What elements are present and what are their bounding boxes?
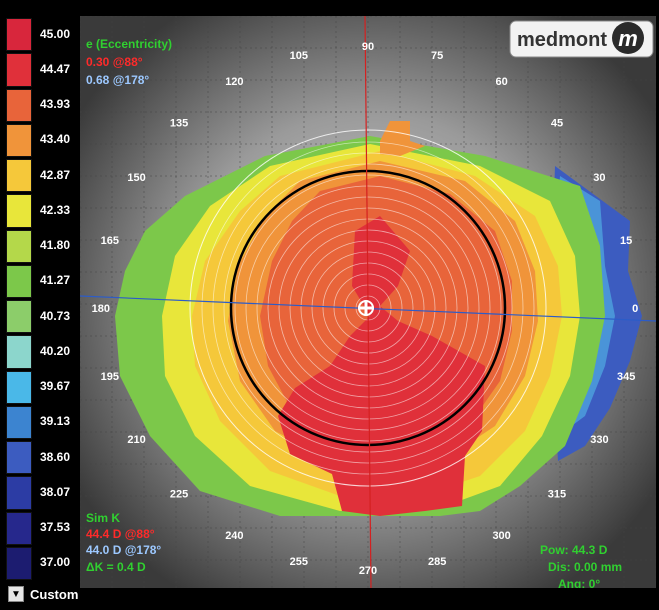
cursor-distance: Dis: 0.00 mm <box>548 560 622 574</box>
color-scale-legend: 45.00 44.47 43.93 43.40 42.87 42.33 41.80 41.27… <box>3 17 78 581</box>
legend-value: 44.47 <box>40 61 71 76</box>
simk-steep: 44.4 D @88° <box>86 527 155 541</box>
legend-swatch <box>6 123 32 157</box>
angle-label: 345 <box>617 371 635 383</box>
angle-label: 285 <box>428 556 446 568</box>
legend-swatch <box>6 546 32 580</box>
angle-label: 270 <box>359 565 377 577</box>
legend-swatch <box>6 511 32 545</box>
chevron-down-icon: ▼ <box>8 586 24 602</box>
eccentricity-flat: 0.68 @178° <box>86 73 149 87</box>
angle-label: 45 <box>551 118 563 130</box>
simk-flat: 44.0 D @178° <box>86 543 161 557</box>
custom-scale-dropdown[interactable]: ▼ Custom <box>8 586 78 602</box>
angle-label: 15 <box>620 235 632 247</box>
legend-value: 42.87 <box>40 167 71 182</box>
angle-label: 315 <box>548 488 566 500</box>
angle-label: 30 <box>593 172 605 184</box>
angle-label: 0 <box>632 303 638 315</box>
legend-swatch <box>6 18 32 52</box>
medmont-logo: medmont m <box>509 20 654 58</box>
legend-value: 41.27 <box>40 273 71 288</box>
angle-label: 195 <box>101 371 119 383</box>
angle-label: 105 <box>290 50 308 62</box>
angle-label: 210 <box>127 434 145 446</box>
legend-value: 38.07 <box>40 484 71 499</box>
cursor-power: Pow: 44.3 D <box>540 543 608 557</box>
eccentricity-title: e (Eccentricity) <box>86 37 172 51</box>
angle-label: 255 <box>290 556 308 568</box>
angle-label: 120 <box>225 76 243 88</box>
angle-label: 225 <box>170 488 188 500</box>
legend-swatch <box>6 229 32 263</box>
cursor-angle: Ang: 0° <box>558 577 600 588</box>
legend-swatch <box>6 405 32 439</box>
angle-label: 240 <box>225 530 243 542</box>
legend-value: 45.00 <box>40 26 71 41</box>
angle-label: 135 <box>170 118 188 130</box>
legend-value: 39.67 <box>40 379 71 394</box>
legend-swatch <box>6 53 32 87</box>
legend-value: 40.73 <box>40 308 71 323</box>
simk-title: Sim K <box>86 511 120 525</box>
logo-mark: m <box>618 26 638 51</box>
angle-label: 165 <box>101 235 119 247</box>
logo-text: medmont <box>517 29 607 51</box>
angle-label: 90 <box>362 41 374 53</box>
legend-value: 37.53 <box>40 520 71 535</box>
angle-label: 150 <box>127 172 145 184</box>
angle-label: 180 <box>92 303 110 315</box>
legend-value: 41.80 <box>40 238 71 253</box>
legend-value: 38.60 <box>40 449 71 464</box>
legend-swatch <box>6 300 32 334</box>
legend-value: 43.93 <box>40 97 71 112</box>
legend-value: 39.13 <box>40 414 71 429</box>
legend-value: 42.33 <box>40 202 71 217</box>
dropdown-label: Custom <box>30 586 79 602</box>
legend-swatch <box>6 441 32 475</box>
legend-value: 43.40 <box>40 132 71 147</box>
angle-label: 75 <box>431 50 443 62</box>
angle-label: 330 <box>590 434 608 446</box>
legend-value: 37.00 <box>40 555 71 570</box>
center-crosshair <box>358 300 374 316</box>
legend-value: 40.20 <box>40 343 71 358</box>
legend-swatch <box>6 159 32 193</box>
angle-label: 60 <box>495 76 507 88</box>
topography-map: 0 15 30 45 60 75 90 105 120 135 150 165 180 195 210 225… <box>80 16 656 588</box>
legend-swatch <box>6 476 32 510</box>
legend-swatch <box>6 264 32 298</box>
angle-label: 300 <box>492 530 510 542</box>
legend-swatch <box>6 370 32 404</box>
legend-swatch <box>6 194 32 228</box>
legend-swatch <box>6 88 32 122</box>
legend-swatch <box>6 335 32 369</box>
eccentricity-steep: 0.30 @88° <box>86 55 143 69</box>
delta-k: ΔK = 0.4 D <box>86 560 146 574</box>
